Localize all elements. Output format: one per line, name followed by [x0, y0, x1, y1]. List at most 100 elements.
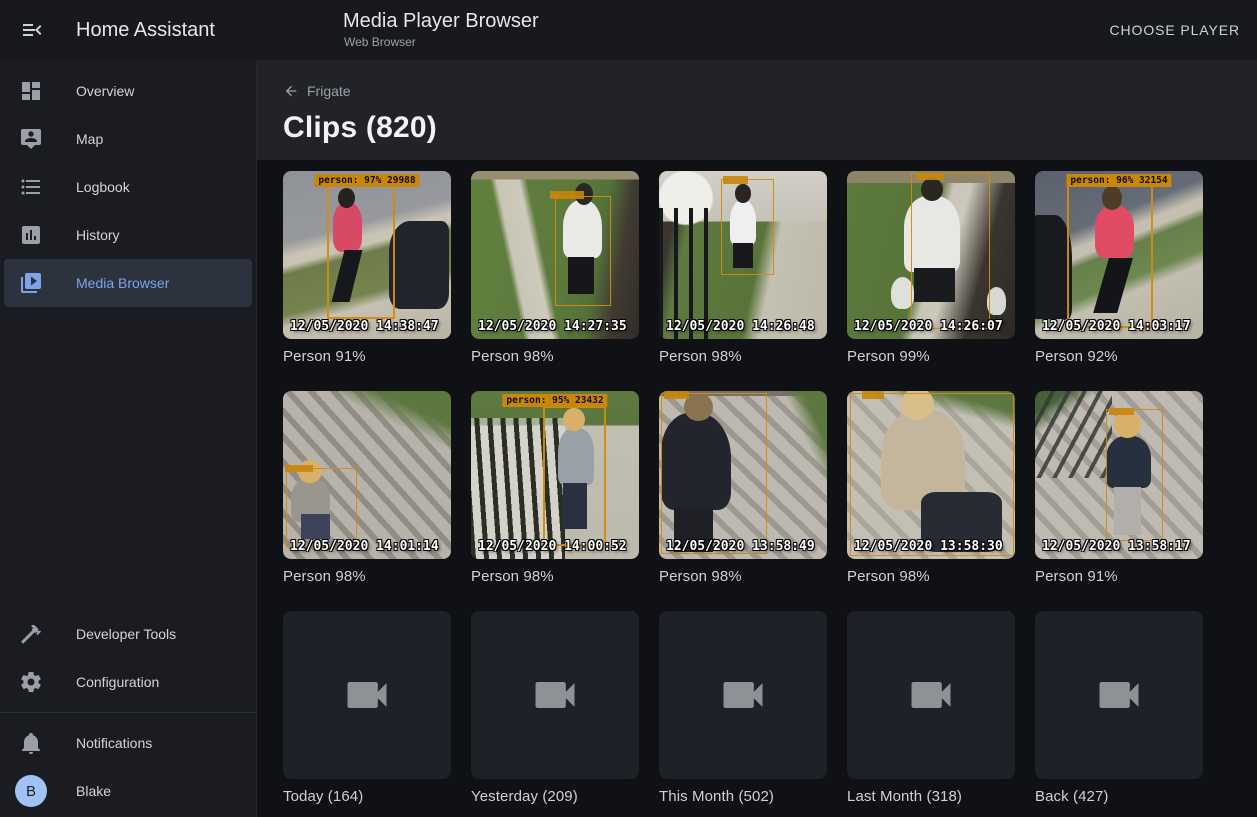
sidebar-item-history[interactable]: History	[0, 211, 256, 259]
clip-timestamp: 12/05/2020 14:01:14	[290, 539, 439, 554]
folder-label: Today (164)	[283, 788, 451, 805]
play-box-multiple-icon	[19, 271, 43, 295]
detection-label: person: 96% 32154	[1066, 174, 1171, 187]
sidebar-item-developer-tools[interactable]: Developer Tools	[0, 610, 256, 658]
folder-label: Last Month (318)	[847, 788, 1015, 805]
arrow-left-icon	[283, 83, 299, 99]
media-browser-panel: Frigate Clips (820) person: 97% 29988 12…	[256, 60, 1257, 817]
clip-caption: Person 99%	[847, 348, 1015, 365]
breadcrumb-label: Frigate	[307, 83, 351, 99]
clip-thumbnail[interactable]: 12/05/2020 13:58:30 Person 98%	[847, 391, 1015, 585]
clip-caption: Person 98%	[659, 568, 827, 585]
clip-image: person: 95% 23432 12/05/2020 14:00:52	[471, 391, 639, 559]
folder-item-back[interactable]: Back (427)	[1035, 611, 1203, 805]
sidebar-item-label: History	[76, 227, 120, 243]
folder-item-last-month[interactable]: Last Month (318)	[847, 611, 1015, 805]
detection-bbox	[850, 393, 1013, 556]
sidebar-divider	[0, 712, 256, 713]
folder-image	[1035, 611, 1203, 779]
sidebar-item-user[interactable]: B Blake	[0, 767, 256, 815]
clip-caption: Person 91%	[283, 348, 451, 365]
clip-thumbnail[interactable]: person: 97% 29988 12/05/2020 14:38:47 Pe…	[283, 171, 451, 365]
detection-mini-label	[285, 465, 314, 473]
sidebar-item-label: Configuration	[76, 674, 159, 690]
sidebar: Overview Map Logbook History	[0, 60, 257, 817]
detection-mini-label	[1109, 408, 1134, 416]
sidebar-item-label: Logbook	[76, 179, 130, 195]
clip-image: 12/05/2020 14:27:35	[471, 171, 639, 339]
sidebar-item-label: Developer Tools	[76, 626, 176, 642]
detection-mini-label	[664, 391, 689, 399]
clip-thumbnail[interactable]: 12/05/2020 14:26:48 Person 98%	[659, 171, 827, 365]
sidebar-item-configuration[interactable]: Configuration	[0, 658, 256, 706]
detection-mini-label	[550, 191, 584, 199]
chart-box-icon	[19, 223, 43, 247]
home-assistant-app: Home Assistant Media Player Browser Web …	[0, 0, 1257, 817]
detection-bbox	[327, 183, 395, 320]
clip-image: 12/05/2020 13:58:17	[1035, 391, 1203, 559]
video-icon	[1093, 669, 1145, 721]
clip-image: person: 97% 29988 12/05/2020 14:38:47	[283, 171, 451, 339]
clips-grid: person: 97% 29988 12/05/2020 14:38:47 Pe…	[283, 171, 1257, 805]
clip-caption: Person 98%	[471, 348, 639, 365]
detection-bbox	[721, 179, 773, 275]
sidebar-item-overview[interactable]: Overview	[0, 67, 256, 115]
sidebar-footer: Developer Tools Configuration Notificati…	[0, 610, 256, 817]
clip-timestamp: 12/05/2020 13:58:30	[854, 539, 1003, 554]
user-name: Blake	[76, 783, 111, 799]
dashboard-icon	[19, 79, 43, 103]
hammer-icon	[19, 622, 43, 646]
detection-mini-label	[916, 173, 945, 181]
clip-thumbnail[interactable]: 12/05/2020 13:58:49 Person 98%	[659, 391, 827, 585]
sidebar-item-logbook[interactable]: Logbook	[0, 163, 256, 211]
app-title: Home Assistant	[76, 19, 215, 42]
clip-thumbnail[interactable]: 12/05/2020 14:27:35 Person 98%	[471, 171, 639, 365]
clip-caption: Person 91%	[1035, 568, 1203, 585]
choose-player-button[interactable]: CHOOSE PLAYER	[1104, 21, 1246, 39]
gear-icon	[19, 670, 43, 694]
folder-label: Yesterday (209)	[471, 788, 639, 805]
clip-image: 12/05/2020 14:26:48	[659, 171, 827, 339]
sidebar-item-label: Media Browser	[76, 275, 169, 291]
clip-caption: Person 98%	[847, 568, 1015, 585]
detection-mini-label	[862, 391, 884, 399]
clip-caption: Person 98%	[471, 568, 639, 585]
menu-open-button[interactable]	[16, 14, 48, 46]
clip-thumbnail[interactable]: person: 96% 32154 12/05/2020 14:03:17 Pe…	[1035, 171, 1203, 365]
video-icon	[341, 669, 393, 721]
breadcrumb-back-frigate[interactable]: Frigate	[283, 60, 351, 99]
media-player-title: Media Player Browser	[343, 9, 539, 33]
sidebar-nav: Overview Map Logbook History	[0, 60, 256, 307]
sidebar-item-label: Notifications	[76, 735, 152, 751]
clip-thumbnail[interactable]: 12/05/2020 13:58:17 Person 91%	[1035, 391, 1203, 585]
clip-thumbnail[interactable]: person: 95% 23432 12/05/2020 14:00:52 Pe…	[471, 391, 639, 585]
clip-image: person: 96% 32154 12/05/2020 14:03:17	[1035, 171, 1203, 339]
folder-label: This Month (502)	[659, 788, 827, 805]
detection-bbox	[555, 196, 611, 306]
clip-timestamp: 12/05/2020 13:58:49	[666, 539, 815, 554]
folder-image	[471, 611, 639, 779]
avatar: B	[15, 775, 47, 807]
folder-label: Back (427)	[1035, 788, 1203, 805]
video-icon	[529, 669, 581, 721]
folder-item-this-month[interactable]: This Month (502)	[659, 611, 827, 805]
clip-image: 12/05/2020 13:58:30	[847, 391, 1015, 559]
clip-thumbnail[interactable]: 12/05/2020 14:26:07 Person 99%	[847, 171, 1015, 365]
clip-thumbnail[interactable]: 12/05/2020 14:01:14 Person 98%	[283, 391, 451, 585]
sidebar-item-map[interactable]: Map	[0, 115, 256, 163]
folder-image	[283, 611, 451, 779]
detection-label: person: 95% 23432	[502, 394, 607, 407]
clip-caption: Person 98%	[283, 568, 451, 585]
detection-mini-label	[723, 176, 748, 184]
map-account-icon	[19, 127, 43, 151]
sidebar-item-notifications[interactable]: Notifications	[0, 719, 256, 767]
menu-open-icon	[20, 18, 44, 42]
clip-timestamp: 12/05/2020 14:27:35	[478, 319, 627, 334]
folder-item-yesterday[interactable]: Yesterday (209)	[471, 611, 639, 805]
folder-item-today[interactable]: Today (164)	[283, 611, 451, 805]
folder-image	[847, 611, 1015, 779]
sidebar-item-media-browser[interactable]: Media Browser	[4, 259, 252, 307]
clip-timestamp: 12/05/2020 14:26:07	[854, 319, 1003, 334]
sidebar-item-label: Map	[76, 131, 103, 147]
clip-timestamp: 12/05/2020 14:00:52	[478, 539, 627, 554]
